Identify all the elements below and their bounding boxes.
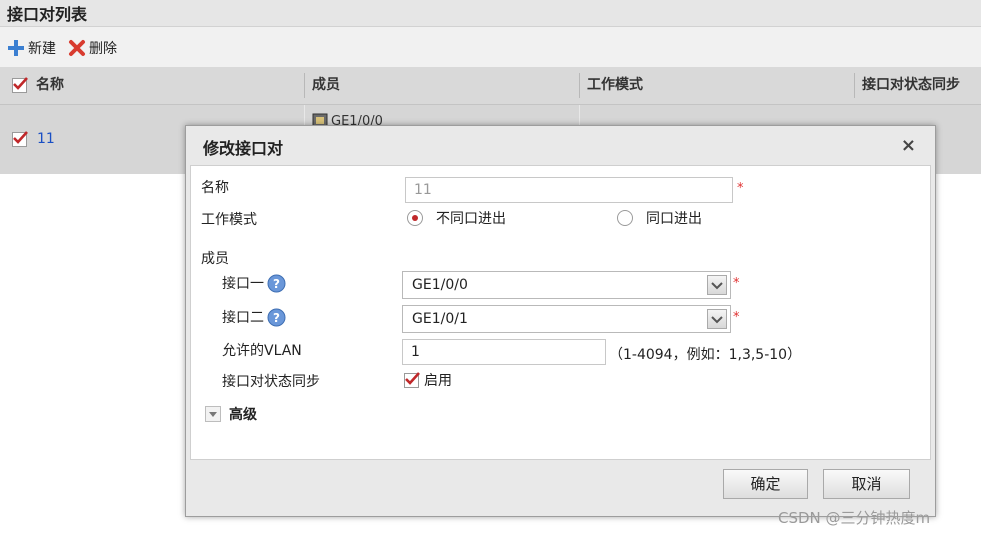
interface-one-value: GE1/0/0 bbox=[412, 277, 468, 293]
panel-header: 接口对列表 bbox=[0, 0, 981, 27]
allowed-vlan-label: 允许的VLAN bbox=[222, 343, 302, 359]
help-icon[interactable]: ? bbox=[267, 308, 286, 327]
triangle-down-icon bbox=[209, 412, 217, 417]
pair-sync-option[interactable]: 启用 bbox=[424, 370, 452, 390]
checkmark-icon bbox=[405, 372, 420, 385]
required-mark: * bbox=[733, 310, 740, 325]
mode-radio-different-port[interactable] bbox=[407, 210, 423, 226]
required-mark: * bbox=[733, 276, 740, 291]
members-label: 成员 bbox=[201, 251, 229, 267]
interface-two-label: 接口二 bbox=[222, 310, 264, 326]
select-all-checkbox[interactable] bbox=[12, 77, 28, 93]
column-divider[interactable] bbox=[854, 73, 855, 98]
mode-label: 工作模式 bbox=[201, 212, 257, 228]
vlan-hint: （1-4094，例如：1,3,5-10） bbox=[609, 347, 802, 363]
table-header: 名称 成员 工作模式 接口对状态同步 bbox=[0, 67, 981, 105]
interface-one-label: 接口一 bbox=[222, 276, 264, 292]
mode-option-same-port[interactable]: 同口进出 bbox=[646, 208, 702, 228]
allowed-vlan-input[interactable]: 1 bbox=[402, 339, 606, 365]
interface-two-select[interactable]: GE1/0/1 bbox=[402, 305, 731, 333]
plus-icon bbox=[8, 40, 24, 56]
interface-two-value: GE1/0/1 bbox=[412, 311, 468, 327]
chevron-down-icon[interactable] bbox=[707, 275, 727, 295]
row-checkbox[interactable] bbox=[12, 131, 28, 147]
dialog-body: 名称 11 * 工作模式 不同口进出 同口进出 成员 接口一 ? GE1/0/0… bbox=[190, 165, 931, 460]
pair-sync-label: 接口对状态同步 bbox=[222, 374, 320, 390]
column-divider[interactable] bbox=[579, 73, 580, 98]
checkmark-icon bbox=[13, 131, 28, 144]
svg-text:?: ? bbox=[273, 277, 280, 291]
advanced-label[interactable]: 高级 bbox=[229, 404, 257, 424]
toolbar: 新建 删除 bbox=[0, 27, 981, 67]
close-icon[interactable]: × bbox=[901, 135, 916, 156]
help-icon[interactable]: ? bbox=[267, 274, 286, 293]
dialog-header[interactable]: 修改接口对 × bbox=[186, 126, 935, 164]
watermark: CSDN @三分钟热度m bbox=[778, 509, 931, 527]
edit-interface-pair-dialog: 修改接口对 × 名称 11 * 工作模式 不同口进出 同口进出 成员 接口一 ?… bbox=[185, 125, 936, 517]
new-button[interactable]: 新建 bbox=[7, 38, 56, 58]
checkmark-icon bbox=[13, 77, 28, 90]
svg-text:?: ? bbox=[273, 311, 280, 325]
delete-x-icon bbox=[69, 40, 85, 56]
name-label: 名称 bbox=[201, 180, 229, 196]
row-name-link[interactable]: 11 bbox=[37, 131, 55, 147]
name-input[interactable]: 11 bbox=[405, 177, 733, 203]
pair-sync-checkbox[interactable] bbox=[404, 372, 420, 388]
new-button-label: 新建 bbox=[28, 41, 56, 57]
ok-button[interactable]: 确定 bbox=[723, 469, 808, 499]
interface-one-select[interactable]: GE1/0/0 bbox=[402, 271, 731, 299]
column-header-sync[interactable]: 接口对状态同步 bbox=[862, 67, 960, 104]
column-header-mode[interactable]: 工作模式 bbox=[587, 67, 643, 104]
mode-radio-same-port[interactable] bbox=[617, 210, 633, 226]
chevron-down-icon[interactable] bbox=[707, 309, 727, 329]
column-header-member[interactable]: 成员 bbox=[312, 67, 340, 104]
column-header-name[interactable]: 名称 bbox=[36, 67, 64, 104]
delete-button[interactable]: 删除 bbox=[68, 38, 117, 58]
advanced-toggle[interactable] bbox=[205, 406, 221, 422]
panel-title: 接口对列表 bbox=[7, 5, 88, 24]
delete-button-label: 删除 bbox=[89, 41, 117, 57]
required-mark: * bbox=[737, 181, 744, 196]
dialog-title: 修改接口对 bbox=[203, 139, 284, 158]
mode-option-different-port[interactable]: 不同口进出 bbox=[436, 208, 506, 228]
cancel-button[interactable]: 取消 bbox=[823, 469, 910, 499]
column-divider[interactable] bbox=[304, 73, 305, 98]
